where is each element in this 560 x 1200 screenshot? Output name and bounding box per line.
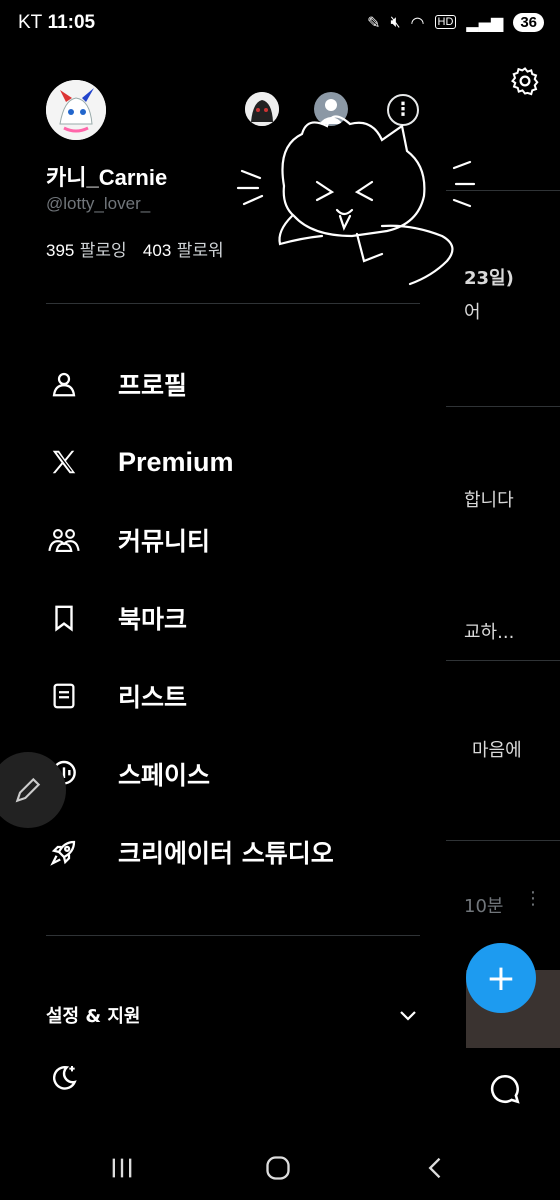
list-icon <box>46 678 82 714</box>
menu-item-label: 리스트 <box>118 683 188 712</box>
status-carrier-time: KT 11:05 <box>18 12 96 33</box>
person-icon <box>46 366 82 402</box>
timeline-divider <box>446 840 560 841</box>
menu-item-bookmarks[interactable]: 북마크 <box>46 590 426 646</box>
followers-count: 403 <box>142 241 172 260</box>
plus-icon: + <box>485 957 517 999</box>
pen-status-icon: ✎ <box>367 12 381 32</box>
mute-icon: 🔇︎ <box>390 12 401 31</box>
menu-item-creator-studio[interactable]: 크리에이터 스튜디오 <box>46 824 426 880</box>
following-link[interactable]: 395 팔로잉 <box>46 241 127 261</box>
menu-item-communities[interactable]: 커뮤니티 <box>46 512 426 568</box>
home-icon[interactable] <box>264 1154 292 1182</box>
signal-icon: ▂▄▆ <box>466 12 504 32</box>
menu-item-profile[interactable]: 프로필 <box>46 356 426 412</box>
menu-item-premium[interactable]: Premium <box>46 434 426 490</box>
status-bar: KT 11:05 ✎ 🔇︎ ◠ HD ▂▄▆ 36 <box>0 0 560 50</box>
timeline-snippet: 교하... <box>464 622 515 643</box>
pen-icon <box>15 777 41 803</box>
compose-fab-button[interactable]: + <box>466 943 536 1013</box>
back-icon[interactable] <box>422 1154 450 1182</box>
timeline-snippet: 마음에 <box>472 740 522 761</box>
battery-indicator: 36 <box>513 12 544 32</box>
timeline-snippet: 합니다 <box>464 490 514 511</box>
menu-item-label: Premium <box>118 446 234 477</box>
following-count: 395 <box>46 241 75 260</box>
chevron-down-icon <box>400 1011 416 1021</box>
status-icons: ✎ 🔇︎ ◠ HD ▂▄▆ 36 <box>367 12 544 32</box>
timeline-divider <box>446 660 560 661</box>
menu-item-label: 크리에이터 스튜디오 <box>118 839 334 868</box>
x-logo-icon <box>46 444 82 480</box>
wifi-icon: ◠ <box>410 12 425 32</box>
cat-doodle-sticker <box>236 115 476 286</box>
hd-icon: HD <box>434 15 457 29</box>
more-vertical-icon[interactable]: ⋮ <box>524 888 542 909</box>
menu-item-label: 북마크 <box>118 605 188 634</box>
avatar-illustration <box>46 80 106 140</box>
follow-stats: 395 팔로잉 403 팔로워 <box>46 236 224 261</box>
timeline-divider <box>446 406 560 407</box>
menu-item-label: 스페이스 <box>118 761 211 790</box>
bookmark-icon <box>46 600 82 636</box>
followers-link[interactable]: 403 팔로워 <box>143 241 224 261</box>
profile-avatar[interactable] <box>46 80 106 140</box>
settings-support-label: 설정 & 지원 <box>46 1006 141 1027</box>
menu-item-label: 커뮤니티 <box>118 527 211 556</box>
rocket-icon <box>46 834 82 870</box>
settings-gear-icon[interactable] <box>510 66 540 96</box>
following-label: 팔로잉 <box>79 241 127 261</box>
menu-item-spaces[interactable]: 스페이스 <box>46 746 426 802</box>
drawer-divider <box>46 303 420 304</box>
settings-support-toggle[interactable]: 설정 & 지원 <box>46 996 420 1034</box>
drawer-divider <box>46 935 420 936</box>
timeline-snippet: 어 <box>464 302 481 323</box>
messages-icon[interactable] <box>488 1072 522 1106</box>
followers-label: 팔로워 <box>176 241 224 261</box>
system-navigation-bar <box>0 1140 560 1200</box>
community-icon <box>46 522 82 558</box>
menu-item-lists[interactable]: 리스트 <box>46 668 426 724</box>
menu-item-label: 프로필 <box>118 371 188 400</box>
profile-name[interactable]: 카니_Carnie <box>46 160 167 192</box>
dark-mode-icon[interactable] <box>48 1062 80 1094</box>
recent-apps-icon[interactable] <box>108 1154 136 1182</box>
profile-handle[interactable]: @lotty_lover_ <box>46 194 150 214</box>
timeline-snippet: 10분 <box>464 896 504 917</box>
